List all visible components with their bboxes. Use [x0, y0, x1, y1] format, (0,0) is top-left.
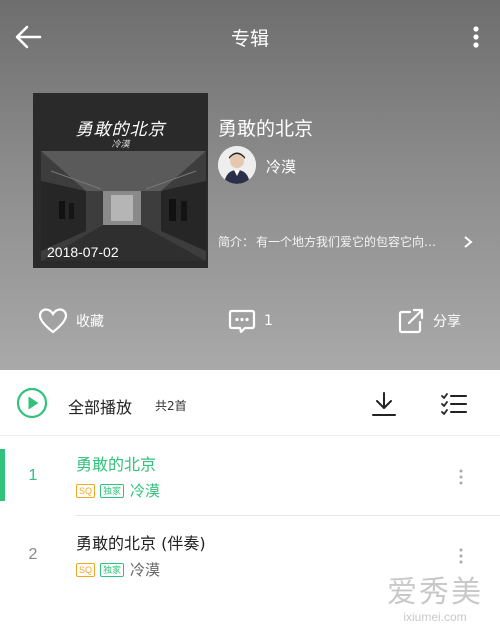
song-artist: 冷漠 — [130, 482, 161, 500]
share-icon — [398, 308, 424, 334]
heart-icon — [38, 308, 68, 334]
album-header: 专辑 勇敢的北京 冷漠 2018-07-02 勇敢的北京 冷漠 简介： 有一个地… — [0, 0, 500, 370]
now-playing-indicator — [0, 449, 5, 501]
watermark-url: ixiumei.com — [403, 610, 467, 624]
sq-badge: SQ — [76, 483, 96, 498]
song-meta: SQ 独家 冷漠 — [76, 559, 160, 580]
top-bar: 专辑 — [0, 0, 500, 72]
song-artist: 冷漠 — [130, 561, 161, 579]
download-icon[interactable] — [370, 390, 398, 418]
exclusive-badge: 独家 — [100, 562, 125, 577]
share-label: 分享 — [433, 314, 461, 330]
album-cover[interactable]: 勇敢的北京 冷漠 2018-07-02 — [33, 93, 208, 268]
song-more-icon[interactable] — [455, 546, 467, 566]
release-date: 2018-07-02 — [47, 244, 119, 260]
song-more-icon[interactable] — [455, 467, 467, 487]
watermark: 爱秀美 ixiumei.com — [376, 575, 494, 625]
album-title: 勇敢的北京 — [218, 118, 314, 140]
comment-button[interactable]: 1 — [228, 304, 273, 338]
list-manage-icon[interactable] — [440, 390, 468, 418]
chevron-right-icon — [464, 236, 473, 248]
artist-name[interactable]: 冷漠 — [266, 156, 296, 177]
favorite-label: 收藏 — [76, 314, 104, 330]
song-meta: SQ 独家 冷漠 — [76, 480, 160, 501]
play-circle-icon[interactable] — [16, 387, 48, 419]
page-title: 专辑 — [230, 28, 269, 50]
intro-text: 有一个地方我们爱它的包容它向… — [256, 235, 437, 249]
song-index: 1 — [28, 467, 38, 484]
song-title: 勇敢的北京 — [76, 455, 157, 474]
album-intro[interactable]: 简介： 有一个地方我们爱它的包容它向… — [218, 233, 473, 253]
cover-artist: 冷漠 — [111, 140, 130, 150]
song-index: 2 — [28, 546, 38, 563]
share-button[interactable]: 分享 — [397, 304, 461, 338]
artist-avatar[interactable] — [218, 146, 256, 184]
comment-icon — [228, 309, 256, 334]
song-title: 勇敢的北京 (伴奏) — [76, 534, 206, 553]
sq-badge: SQ — [76, 562, 96, 577]
play-all-bar: 全部播放 共2首 — [0, 370, 500, 436]
intro-label: 简介： — [218, 235, 255, 249]
comment-count: 1 — [264, 313, 273, 329]
favorite-button[interactable]: 收藏 — [38, 304, 104, 338]
play-all-label[interactable]: 全部播放 — [68, 394, 132, 418]
watermark-logo-text: 爱秀美 — [387, 575, 483, 610]
avatar-image — [218, 146, 256, 184]
song-row[interactable]: 1 勇敢的北京 SQ 独家 冷漠 — [0, 437, 500, 515]
song-count: 共2首 — [155, 399, 187, 413]
more-vertical-icon[interactable] — [466, 20, 486, 54]
exclusive-badge: 独家 — [100, 483, 125, 498]
